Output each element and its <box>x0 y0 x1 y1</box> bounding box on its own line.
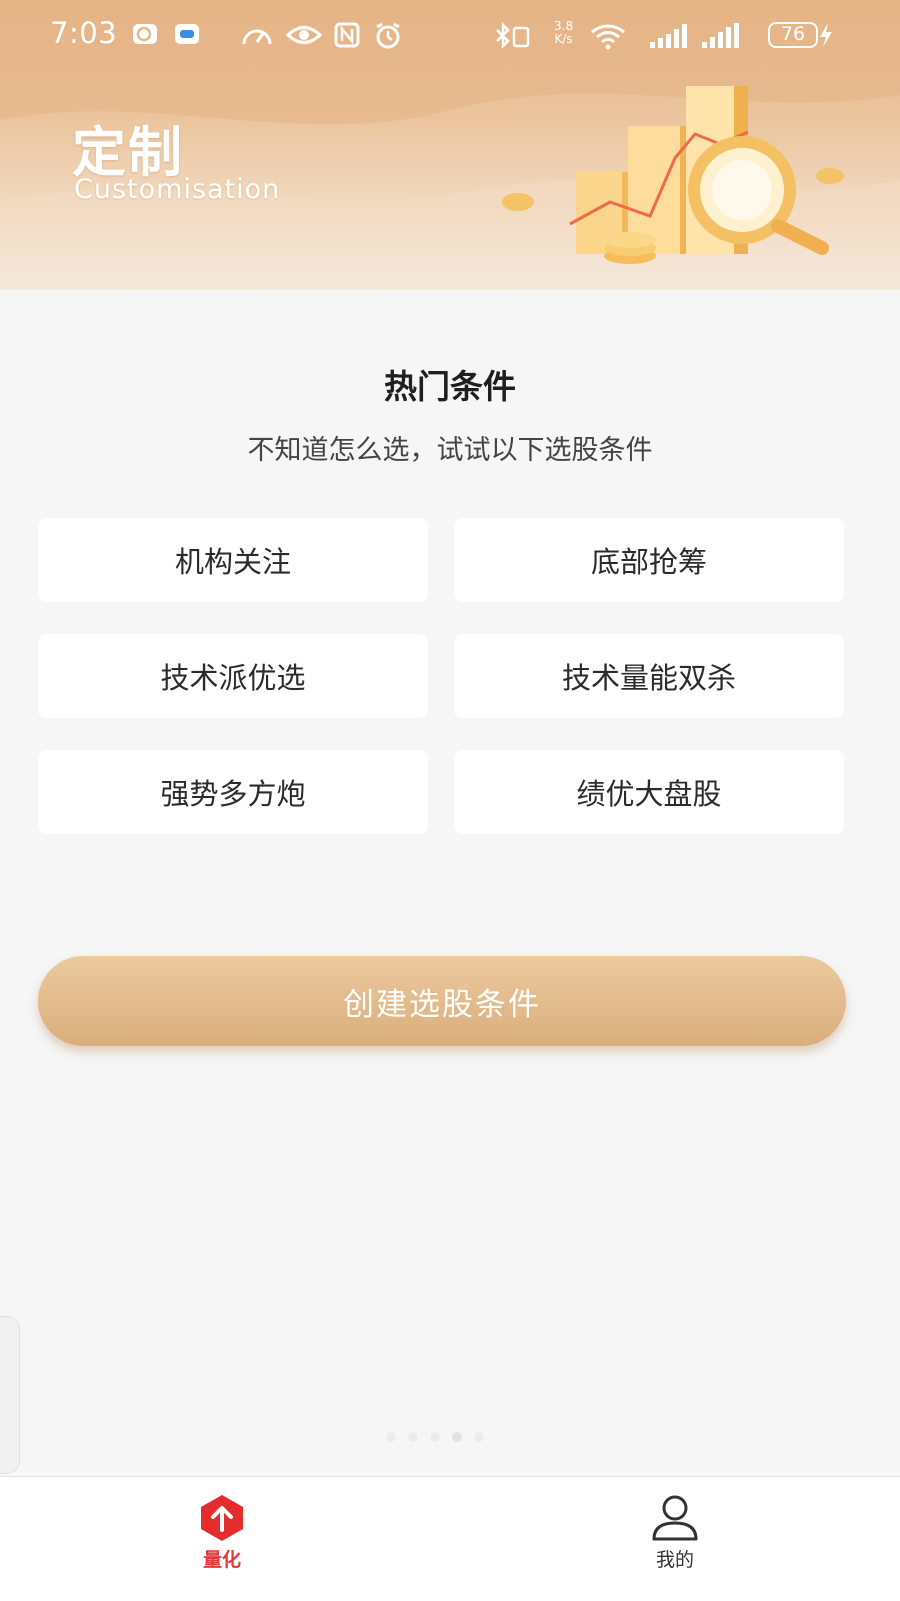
tab-quant-label: 量化 <box>202 1549 241 1571</box>
wifi-icon <box>591 24 625 50</box>
condition-card-bottom-buying[interactable]: 底部抢筹 <box>454 518 844 602</box>
condition-card-bluechip-large-cap[interactable]: 绩优大盘股 <box>454 750 844 834</box>
battery-indicator: 76 <box>768 22 818 48</box>
hot-conditions-title: 热门条件 <box>384 367 516 406</box>
side-drawer-handle[interactable] <box>0 1316 20 1474</box>
eye-icon <box>286 26 322 44</box>
page-indicator <box>386 1432 484 1442</box>
person-icon <box>652 1495 698 1541</box>
tab-quant[interactable]: 量化 <box>142 1477 302 1601</box>
speedometer-icon <box>242 29 272 45</box>
condition-card-tech-volume-double-kill[interactable]: 技术量能双杀 <box>454 634 844 718</box>
condition-card-technical-picks[interactable]: 技术派优选 <box>38 634 428 718</box>
network-speed: 3.8 K/s <box>554 20 573 46</box>
condition-grid: 机构关注 底部抢筹 技术派优选 技术量能双杀 强势多方炮 绩优大盘股 <box>38 518 862 834</box>
header-banner: 7:03 3.8 K/s 76 定制 Customisation <box>0 0 900 290</box>
signal-strength-icon-sim2 <box>702 23 739 48</box>
tab-mine-label: 我的 <box>655 1549 694 1571</box>
page-dot-active <box>452 1432 462 1442</box>
charging-icon <box>820 23 832 47</box>
create-condition-button[interactable]: 创建选股条件 <box>38 956 846 1046</box>
page-dot <box>474 1432 484 1442</box>
chart-magnifier-illustration <box>502 86 844 264</box>
nfc-icon <box>334 22 360 48</box>
bottom-tab-bar: 量化 我的 <box>0 1476 900 1601</box>
message-app-icon <box>175 24 199 44</box>
network-speed-unit: K/s <box>554 32 573 46</box>
condition-card-institutional-focus[interactable]: 机构关注 <box>38 518 428 602</box>
status-bar: 7:03 3.8 K/s 76 <box>0 0 900 72</box>
status-time: 7:03 <box>50 16 118 50</box>
page-dot <box>408 1432 418 1442</box>
condition-card-strong-bullish-cannon[interactable]: 强势多方炮 <box>38 750 428 834</box>
chat-app-icon <box>133 24 157 44</box>
page-dot <box>386 1432 396 1442</box>
bluetooth-vibrate-icon <box>496 22 530 50</box>
tab-mine[interactable]: 我的 <box>595 1477 755 1601</box>
arrow-up-hexagon-icon <box>201 1495 243 1541</box>
page-subtitle: Customisation <box>74 174 281 205</box>
hot-conditions-subtitle: 不知道怎么选，试试以下选股条件 <box>247 435 653 466</box>
signal-strength-icon-sim1 <box>650 24 687 48</box>
alarm-icon <box>376 22 400 49</box>
page-dot <box>430 1432 440 1442</box>
